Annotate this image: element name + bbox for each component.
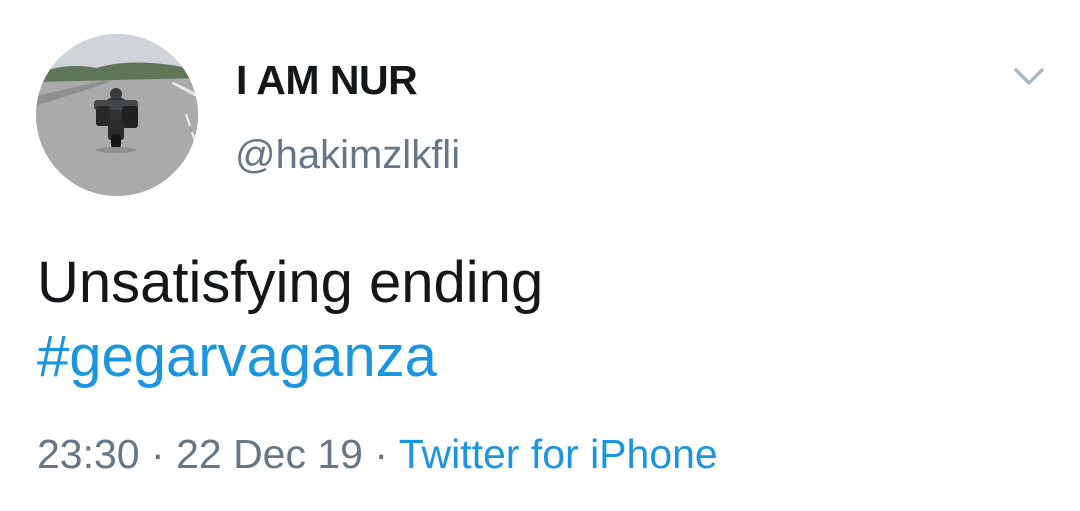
meta-separator: · (151, 431, 165, 477)
tweet-source-link[interactable]: Twitter for iPhone (399, 431, 718, 477)
user-handle[interactable]: @hakimzlkfli (235, 130, 460, 180)
tweet-date[interactable]: 22 Dec 19 (176, 431, 363, 477)
tweet-body-text: Unsatisfying ending (37, 250, 544, 315)
meta-separator: · (374, 431, 389, 477)
display-name[interactable]: I AM NUR (236, 55, 418, 105)
avatar-photo (36, 34, 198, 196)
chevron-down-icon[interactable] (1006, 58, 1052, 98)
hashtag-link[interactable]: #gegarvaganza (37, 320, 543, 394)
tweet-metadata: 23:30 · 22 Dec 19 · Twitter for iPhone (37, 428, 718, 480)
tweet-text: Unsatisfying ending #gegarvaganza (37, 246, 543, 394)
tweet-card: I AM NUR @hakimzlkfli Unsatisfying endin… (0, 0, 1080, 511)
avatar[interactable] (36, 34, 198, 196)
tweet-time: 23:30 (37, 431, 140, 477)
